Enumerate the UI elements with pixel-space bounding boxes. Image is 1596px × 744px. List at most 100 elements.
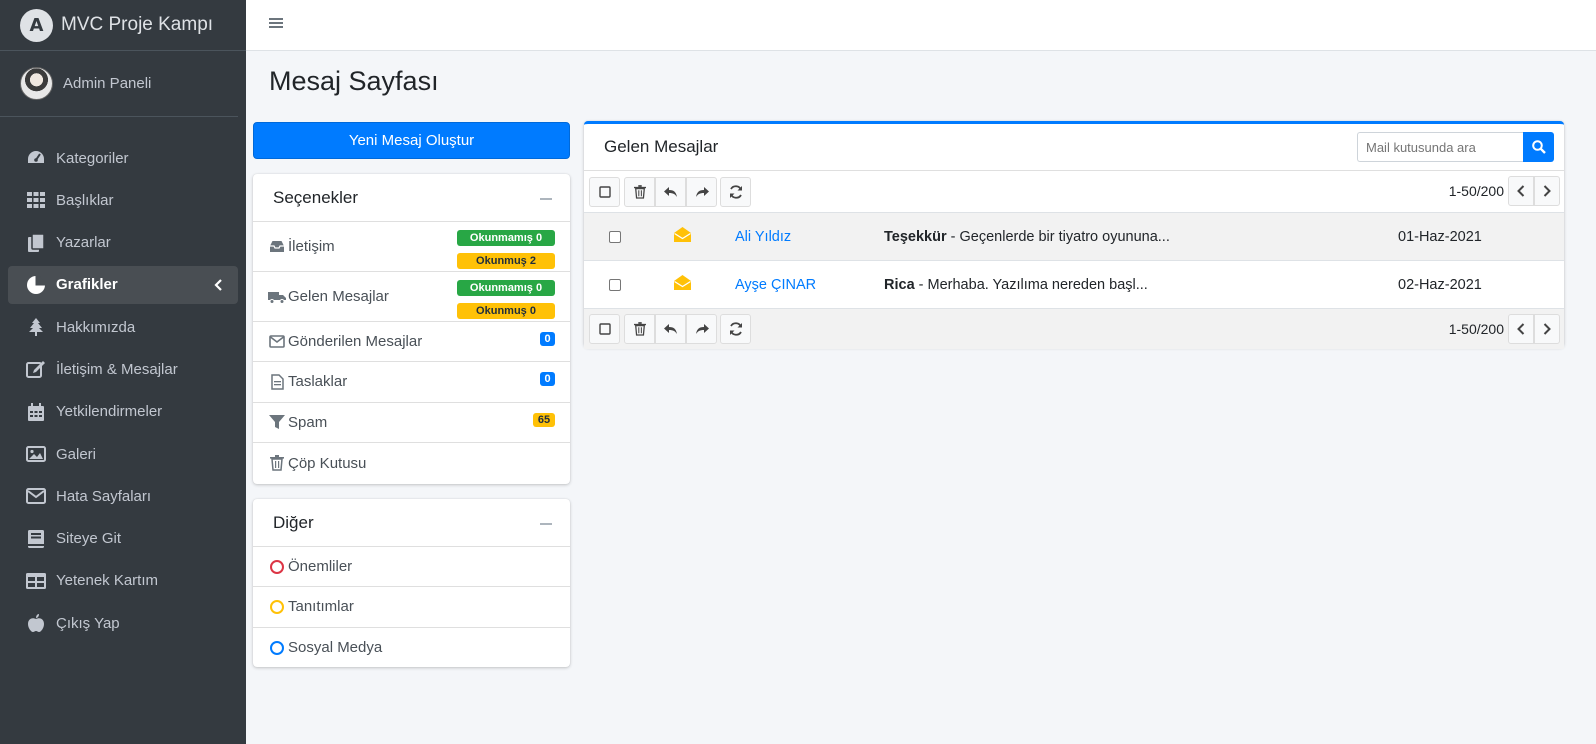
- select-all-button[interactable]: [589, 314, 620, 344]
- brand-title: MVC Proje Kampı: [61, 14, 214, 35]
- avatar: [20, 67, 53, 100]
- inbox-icon: [268, 239, 286, 255]
- sidebar-item-label: Yazarlar: [56, 234, 111, 252]
- chevron-right-icon: [1543, 323, 1551, 335]
- folder-cop-kutusu[interactable]: Çöp Kutusu: [253, 443, 570, 483]
- prev-page-button[interactable]: [1508, 176, 1534, 206]
- envelope-icon: [26, 487, 46, 505]
- mailbox-search: [1357, 132, 1554, 162]
- folder-label: Gönderilen Mesajlar: [288, 333, 423, 351]
- row-checkbox[interactable]: [609, 230, 621, 243]
- trash-icon: [268, 455, 286, 471]
- sidebar-item-hata-sayfalari[interactable]: Hata Sayfaları: [8, 477, 238, 515]
- trash-icon: [633, 322, 646, 336]
- brand-link[interactable]: A MVC Proje Kampı: [0, 0, 246, 51]
- mailbox-controls-top: 1-50/200: [584, 171, 1564, 212]
- grid-icon: [26, 191, 46, 209]
- action-button-group: [624, 314, 717, 344]
- sidebar: A MVC Proje Kampı Admin Paneli Kategoril…: [0, 0, 246, 744]
- label-onemliler[interactable]: Önemliler: [253, 547, 570, 588]
- folder-taslaklar[interactable]: Taslaklar 0: [253, 362, 570, 403]
- read-badge: Okunmuş 2: [457, 253, 555, 269]
- calendar-icon: [26, 402, 46, 421]
- chevron-left-icon[interactable]: [214, 278, 222, 295]
- reply-button[interactable]: [655, 314, 686, 344]
- prev-page-button[interactable]: [1508, 314, 1534, 344]
- message-date: 01-Haz-2021: [1398, 228, 1482, 245]
- truck-icon: [268, 289, 286, 305]
- message-subject-line[interactable]: Rica - Merhaba. Yazılıma nereden başl...: [884, 277, 1148, 293]
- user-panel[interactable]: Admin Paneli: [0, 51, 238, 117]
- hamburger-menu-icon[interactable]: [268, 15, 284, 34]
- refresh-icon: [729, 184, 742, 199]
- square-icon: [598, 185, 611, 198]
- pager-text: 1-50/200: [1448, 183, 1504, 199]
- reply-button[interactable]: [655, 176, 686, 207]
- copy-icon: [26, 233, 46, 252]
- folder-gelen-mesajlar[interactable]: Gelen Mesajlar Okunmamış 0 Okunmuş 0: [253, 272, 570, 322]
- chevron-right-icon: [1543, 185, 1551, 197]
- sidebar-item-basliklar[interactable]: Başlıklar: [8, 181, 238, 219]
- inbox-header: Gelen Mesajlar: [584, 124, 1564, 171]
- table-row[interactable]: Ayşe ÇINAR Rica - Merhaba. Yazılıma nere…: [584, 260, 1564, 308]
- sidebar-item-cikis-yap[interactable]: Çıkış Yap: [8, 604, 238, 642]
- message-sender[interactable]: Ali Yıldız: [735, 229, 791, 245]
- sidebar-item-yetenek-kartim[interactable]: Yetenek Kartım: [8, 562, 238, 600]
- action-button-group: [624, 176, 717, 207]
- compose-message-button[interactable]: Yeni Mesaj Oluştur: [253, 122, 570, 159]
- message-sender[interactable]: Ayşe ÇINAR: [735, 277, 816, 293]
- collapse-icon[interactable]: [540, 198, 552, 200]
- trash-icon: [633, 184, 646, 199]
- image-icon: [26, 445, 46, 463]
- options-card-header: Seçenekler: [253, 174, 570, 222]
- sidebar-item-galeri[interactable]: Galeri: [8, 435, 238, 473]
- folder-gonderilen-mesajlar[interactable]: Gönderilen Mesajlar 0: [253, 322, 570, 363]
- folder-spam[interactable]: Spam 65: [253, 403, 570, 443]
- refresh-icon: [729, 322, 742, 336]
- sidebar-item-siteye-git[interactable]: Siteye Git: [8, 520, 238, 558]
- forward-button[interactable]: [686, 314, 717, 344]
- sidebar-item-yazarlar[interactable]: Yazarlar: [8, 224, 238, 262]
- blue-circle-icon: [270, 640, 284, 655]
- sidebar-item-label: İletişim & Mesajlar: [56, 360, 178, 378]
- badge-group: Okunmamış 0 Okunmuş 0: [457, 280, 555, 319]
- sidebar-item-label: Kategoriler: [56, 149, 129, 167]
- search-input[interactable]: [1357, 132, 1523, 162]
- next-page-button[interactable]: [1534, 176, 1560, 206]
- next-page-button[interactable]: [1534, 314, 1560, 344]
- folder-iletisim[interactable]: İletişim Okunmamış 0 Okunmuş 2: [253, 222, 570, 272]
- share-icon: [695, 186, 709, 197]
- sidebar-item-kategoriler[interactable]: Kategoriler: [8, 139, 238, 177]
- label-tanitimlar[interactable]: Tanıtımlar: [253, 587, 570, 628]
- table-row[interactable]: Ali Yıldız Teşekkür - Geçenlerde bir tiy…: [584, 212, 1564, 260]
- sidebar-item-yetkilendirmeler[interactable]: Yetkilendirmeler: [8, 393, 238, 431]
- sidebar-item-iletisim-mesajlar[interactable]: İletişim & Mesajlar: [8, 350, 238, 388]
- sidebar-item-grafikler[interactable]: Grafikler: [8, 265, 238, 304]
- top-navbar: [246, 0, 1596, 51]
- inbox-title: Gelen Mesajlar: [604, 137, 719, 156]
- row-checkbox[interactable]: [609, 278, 621, 291]
- other-card-header: Diğer: [253, 499, 570, 547]
- collapse-icon[interactable]: [540, 523, 552, 525]
- label-sosyal-medya[interactable]: Sosyal Medya: [253, 628, 570, 668]
- folder-label: Çöp Kutusu: [288, 454, 367, 472]
- chevron-left-icon: [1517, 185, 1525, 197]
- options-card: Seçenekler İletişim Okunmamış 0 Okunmuş …: [253, 174, 570, 484]
- message-preview: - Geçenlerde bir tiyatro oyununa...: [946, 228, 1170, 245]
- message-preview: - Merhaba. Yazılıma nereden başl...: [914, 276, 1148, 293]
- sidebar-item-label: Çıkış Yap: [56, 614, 120, 632]
- square-icon: [598, 323, 611, 335]
- sidebar-item-label: Başlıklar: [56, 191, 114, 209]
- delete-button[interactable]: [624, 176, 655, 207]
- refresh-button[interactable]: [720, 314, 751, 344]
- refresh-button[interactable]: [720, 176, 751, 207]
- read-badge: Okunmuş 0: [457, 303, 555, 319]
- search-button[interactable]: [1523, 132, 1554, 162]
- brand-logo: A: [20, 8, 53, 42]
- sidebar-item-label: Yetkilendirmeler: [56, 403, 163, 421]
- select-all-button[interactable]: [589, 176, 620, 207]
- sidebar-item-hakkimizda[interactable]: Hakkımızda: [8, 308, 238, 346]
- forward-button[interactable]: [686, 176, 717, 207]
- message-subject-line[interactable]: Teşekkür - Geçenlerde bir tiyatro oyunun…: [884, 229, 1170, 245]
- delete-button[interactable]: [624, 314, 655, 344]
